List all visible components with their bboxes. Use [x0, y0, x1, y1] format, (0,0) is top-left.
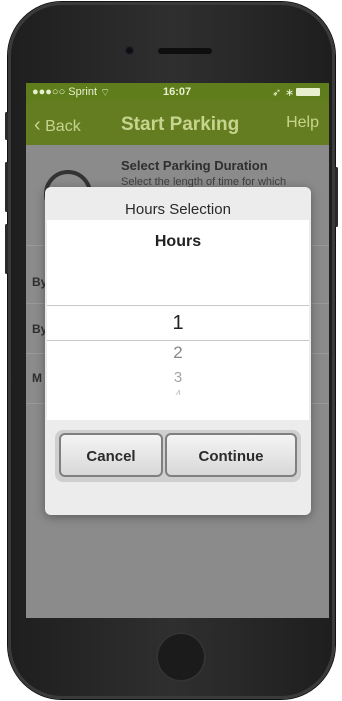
battery-icon	[296, 88, 320, 96]
help-button[interactable]: Help	[286, 114, 319, 132]
earpiece-speaker	[158, 48, 212, 54]
picker-option[interactable]: 4	[47, 387, 309, 395]
volume-up-button	[5, 162, 8, 212]
front-camera	[125, 46, 134, 55]
home-button[interactable]	[156, 632, 206, 682]
cancel-button[interactable]: Cancel	[59, 433, 163, 477]
chevron-left-icon: ‹	[34, 114, 41, 136]
back-button[interactable]: ‹ Back	[34, 114, 81, 137]
back-label: Back	[45, 118, 81, 135]
mute-switch	[5, 112, 8, 140]
navigation-bar: ‹ Back Start Parking Help	[26, 101, 329, 145]
section-title: Select Parking Duration	[121, 158, 268, 173]
location-icon: ➶	[272, 87, 282, 99]
picker-option-selected[interactable]: 1	[47, 312, 309, 335]
continue-button[interactable]: Continue	[165, 433, 297, 477]
list-item: M	[32, 371, 42, 385]
carrier-signal: ●●●○○ Sprint	[32, 86, 98, 98]
hours-picker[interactable]: Hours 1 2 3 4	[47, 220, 309, 420]
volume-down-button	[5, 224, 8, 274]
status-bar: ●●●○○ Sprint ⌔ 16:07 ➶ ∗	[26, 83, 329, 101]
status-time: 16:07	[163, 86, 192, 98]
picker-option[interactable]: 2	[47, 343, 309, 363]
hours-selection-dialog: Hours Selection Hours 1 2 3 4 Cancel Con…	[45, 187, 311, 515]
picker-header: Hours	[154, 233, 202, 250]
bluetooth-icon: ∗	[285, 87, 295, 99]
dialog-title: Hours Selection	[125, 201, 231, 218]
page-title: Start Parking	[121, 114, 240, 135]
power-button	[335, 167, 338, 227]
picker-option[interactable]: 3	[47, 369, 309, 386]
wifi-icon: ⌔	[100, 87, 111, 99]
